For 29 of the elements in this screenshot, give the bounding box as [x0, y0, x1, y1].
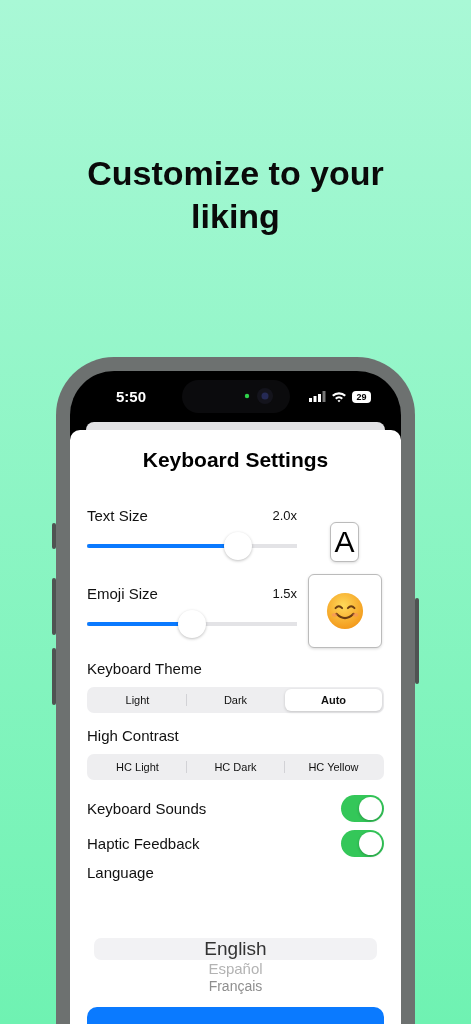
- slider-value: 1.5x: [272, 584, 297, 603]
- segment-option[interactable]: Dark: [187, 689, 284, 711]
- segment-option[interactable]: HC Light: [89, 756, 186, 778]
- headline: Customize to your liking: [86, 153, 385, 237]
- section-label: Keyboard Theme: [87, 660, 203, 678]
- toggle-switch[interactable]: [341, 794, 384, 822]
- battery-level: 29: [352, 390, 371, 403]
- status-time: 5:50: [116, 388, 147, 405]
- toggle-label: Haptic Feedback: [87, 834, 200, 852]
- sheet-title: Keyboard Settings: [141, 448, 330, 472]
- segment-option[interactable]: HC Yellow: [285, 756, 382, 778]
- segment-option[interactable]: HC Dark: [187, 756, 284, 778]
- slider-thumb[interactable]: [224, 531, 253, 560]
- slider-value: 2.0x: [272, 506, 297, 525]
- smiling-face-icon: [325, 592, 364, 630]
- slider-label: Text Size: [87, 506, 148, 525]
- segment-option[interactable]: Auto: [285, 689, 382, 711]
- letter-preview: A: [330, 522, 359, 562]
- slider-thumb[interactable]: [178, 609, 206, 638]
- wifi-icon: [331, 390, 347, 403]
- section-label: High Contrast: [87, 727, 180, 745]
- picker-option[interactable]: English: [94, 938, 377, 960]
- signal-icon: [309, 391, 326, 402]
- toggle-switch[interactable]: [341, 829, 384, 857]
- slider-label: Emoji Size: [87, 584, 158, 603]
- toggle-label: Keyboard Sounds: [87, 799, 207, 817]
- camera-icon: [244, 386, 274, 406]
- section-label: Language: [87, 864, 155, 882]
- segment-option[interactable]: Light: [89, 689, 186, 711]
